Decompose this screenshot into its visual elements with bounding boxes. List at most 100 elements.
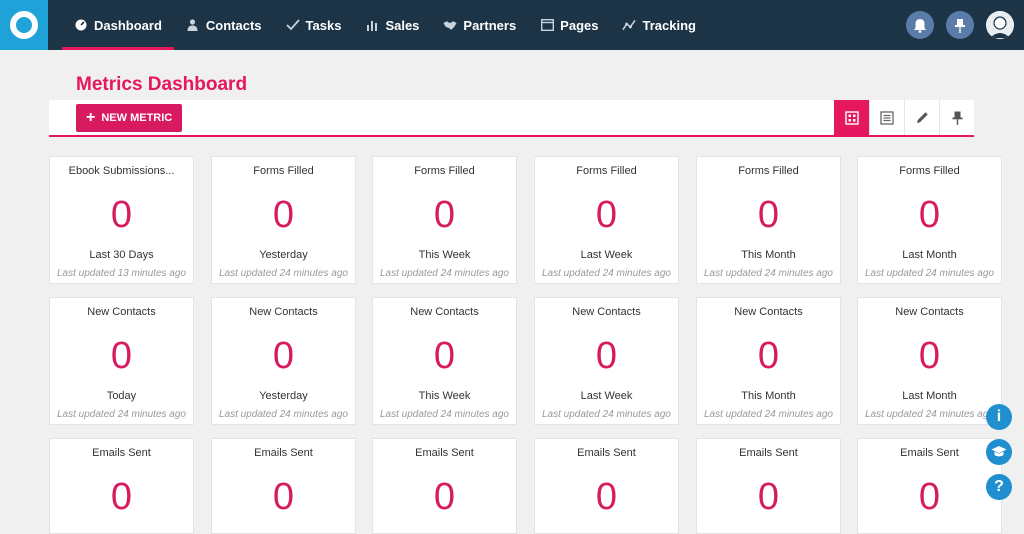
metric-card[interactable]: Forms Filled 0 Yesterday Last updated 24… <box>211 156 356 284</box>
metric-title: New Contacts <box>87 306 156 318</box>
view-toggle-group <box>834 100 974 135</box>
metric-title: Forms Filled <box>414 165 475 177</box>
nav-right-actions <box>906 0 1024 50</box>
metric-period: Yesterday <box>259 249 308 261</box>
pin-button[interactable] <box>946 11 974 39</box>
help-button[interactable]: ? <box>986 474 1012 500</box>
top-navigation-bar: Dashboard Contacts Tasks Sales Partners <box>0 0 1024 50</box>
metric-period: Last Week <box>580 249 633 261</box>
nav-item-pages[interactable]: Pages <box>528 0 610 50</box>
metric-value: 0 <box>918 194 941 236</box>
metric-card[interactable]: New Contacts 0 Yesterday Last updated 24… <box>211 297 356 425</box>
plus-icon: + <box>86 109 96 126</box>
nav-item-label: Dashboard <box>94 17 162 33</box>
metric-title: Emails Sent <box>415 447 474 459</box>
metric-card[interactable]: Emails Sent 0 <box>857 438 1002 534</box>
metric-title: New Contacts <box>734 306 803 318</box>
dashboard-toolbar: + NEW METRIC <box>49 100 974 137</box>
metric-card[interactable]: New Contacts 0 Last Week Last updated 24… <box>534 297 679 425</box>
grid-icon <box>844 110 859 125</box>
metric-card[interactable]: Forms Filled 0 This Month Last updated 2… <box>696 156 841 284</box>
metric-card[interactable]: New Contacts 0 Last Month Last updated 2… <box>857 297 1002 425</box>
metric-card[interactable]: Forms Filled 0 Last Week Last updated 24… <box>534 156 679 284</box>
metric-value: 0 <box>272 194 295 236</box>
graduation-cap-icon <box>991 446 1007 457</box>
list-view-button[interactable] <box>869 100 904 135</box>
metric-title: New Contacts <box>895 306 964 318</box>
info-button[interactable]: i <box>986 404 1012 430</box>
metric-period: Last Month <box>902 249 957 261</box>
metric-value: 0 <box>433 194 456 236</box>
metric-period: Last 30 Days <box>89 249 154 261</box>
metric-updated: Last updated 24 minutes ago <box>704 409 833 420</box>
bars-icon <box>365 18 379 32</box>
metric-value: 0 <box>918 335 941 377</box>
user-avatar-icon <box>986 11 1014 39</box>
metric-updated: Last updated 24 minutes ago <box>380 268 509 279</box>
metric-value: 0 <box>433 335 456 377</box>
question-icon: ? <box>994 478 1004 495</box>
metric-card[interactable]: New Contacts 0 Today Last updated 24 min… <box>49 297 194 425</box>
grid-view-button[interactable] <box>834 100 869 135</box>
metric-updated: Last updated 24 minutes ago <box>542 268 671 279</box>
user-avatar[interactable] <box>986 11 1014 39</box>
metric-value: 0 <box>757 476 780 518</box>
metric-updated: Last updated 24 minutes ago <box>219 268 348 279</box>
app-logo[interactable] <box>0 0 48 50</box>
tracking-icon <box>622 18 637 32</box>
metric-card[interactable]: Emails Sent 0 <box>696 438 841 534</box>
nav-item-tasks[interactable]: Tasks <box>274 0 354 50</box>
metric-updated: Last updated 24 minutes ago <box>380 409 509 420</box>
metric-card[interactable]: New Contacts 0 This Month Last updated 2… <box>696 297 841 425</box>
nav-item-sales[interactable]: Sales <box>353 0 431 50</box>
metric-period: This Week <box>418 249 471 261</box>
metric-card[interactable]: Emails Sent 0 <box>211 438 356 534</box>
nav-item-tracking[interactable]: Tracking <box>610 0 707 50</box>
metric-value: 0 <box>272 335 295 377</box>
metric-updated: Last updated 24 minutes ago <box>542 409 671 420</box>
check-icon <box>285 18 300 32</box>
pin-icon <box>955 18 965 33</box>
metric-period: Last Month <box>902 390 957 402</box>
metric-card[interactable]: Ebook Submissions... 0 Last 30 Days Last… <box>49 156 194 284</box>
metric-period: Today <box>106 390 137 402</box>
metric-card[interactable]: Emails Sent 0 <box>372 438 517 534</box>
info-icon: i <box>996 408 1002 425</box>
metric-updated: Last updated 24 minutes ago <box>219 409 348 420</box>
metric-value: 0 <box>110 335 133 377</box>
logo-ring-icon <box>10 11 38 39</box>
metric-title: Emails Sent <box>900 447 959 459</box>
metric-value: 0 <box>595 476 618 518</box>
metric-title: Forms Filled <box>576 165 637 177</box>
metric-updated: Last updated 24 minutes ago <box>704 268 833 279</box>
metric-value: 0 <box>595 335 618 377</box>
edit-button[interactable] <box>904 100 939 135</box>
metric-card[interactable]: Forms Filled 0 Last Month Last updated 2… <box>857 156 1002 284</box>
metric-updated: Last updated 24 minutes ago <box>57 409 186 420</box>
metric-value: 0 <box>272 476 295 518</box>
nav-item-partners[interactable]: Partners <box>431 0 528 50</box>
nav-item-label: Pages <box>560 17 599 33</box>
metric-value: 0 <box>757 335 780 377</box>
notifications-button[interactable] <box>906 11 934 39</box>
metric-card[interactable]: Forms Filled 0 This Week Last updated 24… <box>372 156 517 284</box>
metric-value: 0 <box>433 476 456 518</box>
window-icon <box>540 18 554 32</box>
nav-item-dashboard[interactable]: Dashboard <box>62 0 174 50</box>
metric-title: New Contacts <box>249 306 318 318</box>
learning-button[interactable] <box>986 439 1012 465</box>
metric-value: 0 <box>918 476 941 518</box>
nav-item-label: Partners <box>463 17 517 33</box>
metric-card[interactable]: New Contacts 0 This Week Last updated 24… <box>372 297 517 425</box>
new-metric-button[interactable]: + NEW METRIC <box>76 104 183 132</box>
dashboard-icon <box>74 18 88 32</box>
pin-dashboard-button[interactable] <box>939 100 974 135</box>
metric-updated: Last updated 13 minutes ago <box>57 268 186 279</box>
metric-card[interactable]: Emails Sent 0 <box>534 438 679 534</box>
metric-title: Emails Sent <box>577 447 636 459</box>
nav-item-contacts[interactable]: Contacts <box>174 0 274 50</box>
metric-card[interactable]: Emails Sent 0 <box>49 438 194 534</box>
bell-icon <box>914 18 926 33</box>
metric-value: 0 <box>595 194 618 236</box>
nav-item-label: Tasks <box>305 17 342 33</box>
